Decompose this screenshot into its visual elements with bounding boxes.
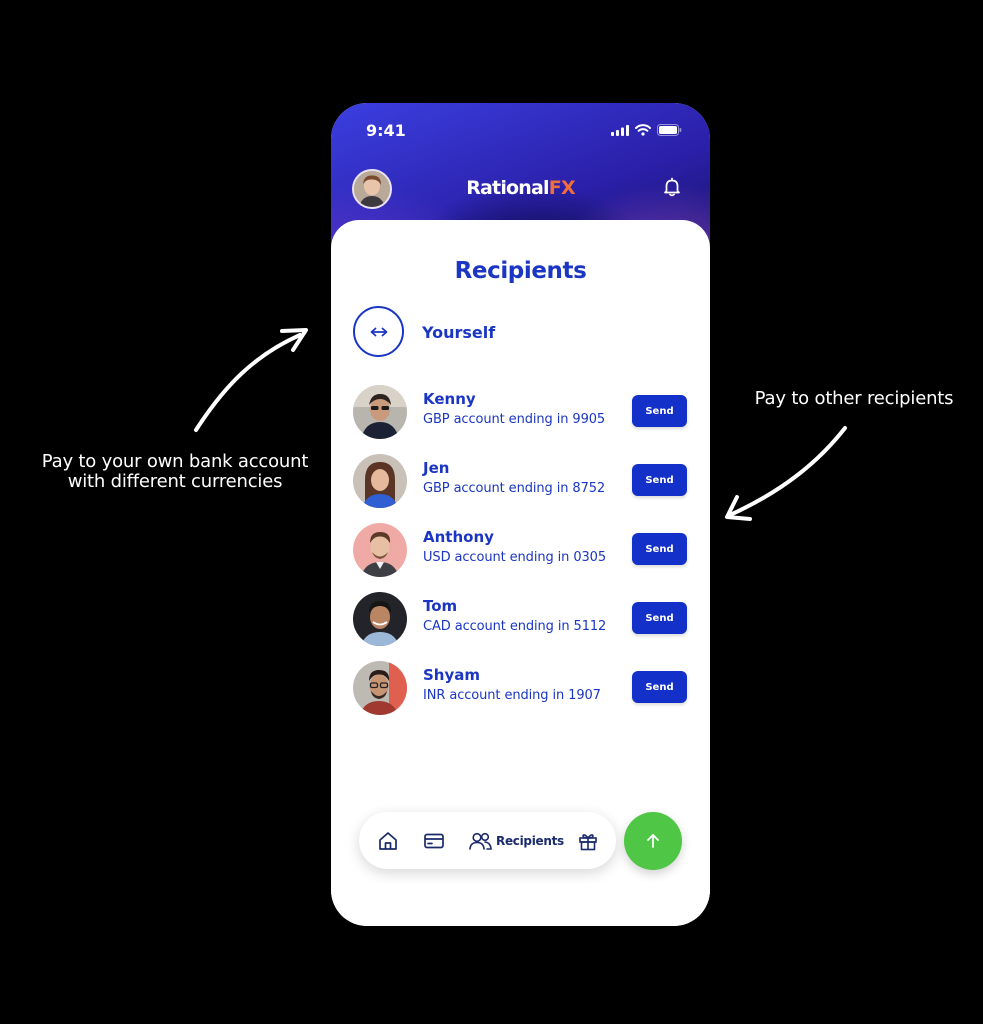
avatar	[353, 592, 407, 646]
send-button-anthony[interactable]: Send	[632, 533, 687, 565]
recipient-row[interactable]: Kenny GBP account ending in 9905 Send	[331, 385, 710, 441]
send-button-kenny[interactable]: Send	[632, 395, 687, 427]
page-title: Recipients	[454, 258, 587, 284]
recipient-account: CAD account ending in 5112	[423, 619, 607, 634]
recipient-name: Anthony	[423, 528, 494, 546]
annotation-other-recipients: Pay to other recipients	[754, 388, 954, 409]
brand-logo-part-2: FX	[548, 177, 576, 199]
arrow-up-icon	[647, 834, 659, 848]
home-icon	[379, 831, 397, 850]
people-icon	[469, 832, 492, 850]
recipient-account: INR account ending in 1907	[423, 688, 601, 703]
recipient-account: USD account ending in 0305	[423, 550, 607, 565]
nav-home[interactable]	[377, 812, 399, 869]
yourself-button[interactable]	[353, 306, 404, 357]
wifi-icon	[635, 124, 651, 136]
recipient-name: Tom	[423, 597, 458, 615]
avatar	[353, 385, 407, 439]
brand-logo: RationalFX	[331, 177, 710, 199]
send-button-jen[interactable]: Send	[632, 464, 687, 496]
nav-recipients[interactable]: Recipients	[468, 812, 564, 869]
nav-recipients-label: Recipients	[496, 833, 564, 848]
avatar	[353, 661, 407, 715]
avatar	[353, 523, 407, 577]
recipient-row[interactable]: Tom CAD account ending in 5112 Send	[331, 592, 710, 648]
recipient-row[interactable]: Anthony USD account ending in 0305 Send	[331, 523, 710, 579]
card-icon	[424, 833, 444, 848]
recipient-account: GBP account ending in 9905	[423, 412, 606, 427]
brand-logo-part-1: Rational	[466, 177, 549, 199]
nav-rewards[interactable]	[577, 812, 599, 869]
recipient-row[interactable]: Shyam INR account ending in 1907 Send	[331, 661, 710, 717]
bottom-nav: Recipients	[359, 812, 616, 869]
swap-arrows-icon	[370, 327, 387, 336]
recipient-name: Jen	[423, 459, 450, 477]
nav-cards[interactable]	[423, 812, 445, 869]
recipient-row[interactable]: Jen GBP account ending in 8752 Send	[331, 454, 710, 510]
send-button-tom[interactable]: Send	[632, 602, 687, 634]
signal-icon	[611, 124, 629, 136]
battery-icon	[657, 124, 682, 136]
recipient-name: Shyam	[423, 666, 481, 684]
gift-icon	[579, 833, 597, 850]
status-icons	[611, 124, 682, 136]
send-money-fab[interactable]	[624, 812, 682, 870]
phone-screen: 9:41 RationalFX Recipients Yourself Kenn…	[331, 103, 710, 926]
status-time: 9:41	[366, 121, 406, 140]
avatar	[353, 454, 407, 508]
recipient-account: GBP account ending in 8752	[423, 481, 606, 496]
recipient-name: Kenny	[423, 390, 476, 408]
yourself-label[interactable]: Yourself	[422, 323, 495, 342]
bell-icon[interactable]	[662, 177, 682, 197]
send-button-shyam[interactable]: Send	[632, 671, 687, 703]
